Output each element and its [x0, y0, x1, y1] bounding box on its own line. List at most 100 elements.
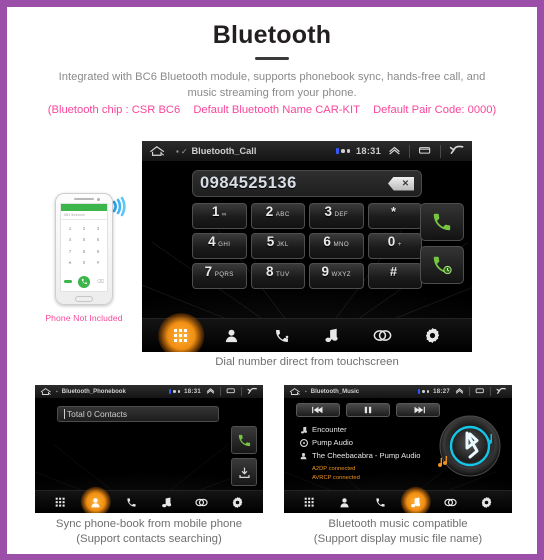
description-line-2: music streaming from your phone. [187, 87, 357, 99]
phone-key[interactable]: 8 [77, 246, 91, 257]
phone-key[interactable]: 0 [77, 257, 91, 269]
sidebar-item-keypad[interactable] [302, 494, 318, 510]
sidebar-item-contacts[interactable] [219, 324, 243, 348]
phonebook-caption-line-1: Sync phone-book from mobile phone [55, 518, 243, 530]
window-icon[interactable] [226, 387, 236, 396]
page-title: Bluetooth [212, 21, 332, 49]
clock: 18:27 [433, 388, 450, 395]
sidebar-item-link[interactable] [194, 494, 210, 510]
bluetooth-indicator [169, 389, 172, 394]
skip-previous-icon[interactable] [296, 403, 340, 417]
window-icon[interactable] [475, 387, 485, 396]
bluetooth-indicator [418, 389, 421, 394]
key-digit: 6 [323, 234, 331, 249]
sidebar-item-contacts[interactable] [337, 494, 353, 510]
key-1[interactable]: 1 ∞ [192, 203, 247, 229]
sidebar-item-settings[interactable] [478, 494, 494, 510]
key-5[interactable]: 5 JKL [250, 233, 305, 259]
key-digit: 0 [387, 234, 396, 249]
screen-title: Bluetooth_Music [310, 388, 360, 395]
status-bar: ▪ ✓ Bluetooth_Call 18:31 [142, 141, 472, 162]
spec-line: (Bluetooth chip : CSR BC6 Default Blueto… [7, 102, 537, 119]
bluetooth-phonebook-screen: ▪ Bluetooth_Phonebook 18:31 Total 0 Cont… [35, 385, 263, 513]
phone-key[interactable]: 9 [91, 246, 105, 257]
key-9[interactable]: 9 WXYZ [309, 263, 364, 289]
pause-icon[interactable] [346, 403, 390, 417]
sidebar-item-keypad[interactable] [53, 494, 69, 510]
page-description: Integrated with BC6 Bluetooth module, su… [50, 69, 495, 101]
home-icon[interactable] [40, 387, 56, 396]
key-digit: 1 [211, 204, 220, 219]
bluetooth-indicator [336, 148, 339, 154]
phone-call-icon[interactable] [78, 275, 91, 288]
key-star[interactable]: * [367, 203, 422, 229]
key-0[interactable]: 0 + [367, 233, 422, 259]
key-2[interactable]: 2 ABC [250, 203, 305, 229]
key-letters: DEF [334, 211, 349, 218]
phone-home-button[interactable] [75, 296, 93, 302]
sidebar-item-music[interactable] [159, 494, 175, 510]
sidebar-item-link[interactable] [370, 324, 394, 348]
phone-key[interactable]: 3 [91, 223, 105, 234]
phone-key[interactable]: 5 [77, 234, 91, 245]
phone-call-icon[interactable] [420, 203, 464, 241]
key-8[interactable]: 8 TUV [250, 263, 305, 289]
phone-key[interactable]: 2 [77, 223, 91, 234]
phone-number-hint: 081 5xxxxxx [64, 213, 85, 217]
phone-app-bar [61, 204, 107, 211]
bottom-nav-bar [142, 318, 472, 352]
phone-key[interactable]: 6 [91, 234, 105, 245]
spec-pair-code: Default Pair Code: 0000) [373, 104, 497, 116]
sidebar-item-music[interactable] [408, 494, 424, 510]
key-digit: 9 [321, 264, 330, 279]
dial-number-field[interactable]: 0984525136 ✕ [192, 170, 422, 197]
phone-redial-icon[interactable] [420, 246, 464, 284]
key-hash[interactable]: # [367, 263, 422, 289]
key-digit: * [390, 204, 397, 219]
dial-keypad[interactable]: 1 ∞ 2 ABC 3 DEF * 4 GHI 5 JKL 6 MNO 0 + 7 PQRS 8… [192, 203, 422, 289]
phone-key[interactable]: 1 [63, 223, 77, 234]
sidebar-item-keypad[interactable] [169, 324, 193, 348]
phone-key[interactable]: 7 [63, 246, 77, 257]
key-letters: PQRS [214, 271, 234, 278]
sidebar-item-contacts[interactable] [88, 494, 104, 510]
phonebook-caption: Sync phone-book from mobile phone (Suppo… [35, 517, 263, 547]
phone-add-icon[interactable] [64, 280, 73, 283]
back-arrow-icon[interactable] [496, 387, 507, 397]
phone-number-input[interactable]: 081 5xxxxxx [61, 211, 107, 220]
chevron-up-icon[interactable] [388, 145, 401, 157]
sidebar-item-settings[interactable] [229, 494, 245, 510]
home-icon[interactable] [149, 145, 171, 157]
key-4[interactable]: 4 GHI [192, 233, 247, 259]
backspace-icon[interactable]: ✕ [388, 176, 414, 191]
phone-keypad[interactable]: 1 2 3 4 5 6 7 8 9 ∗ 0 # [61, 220, 107, 272]
bluetooth-music-screen: ▪ Bluetooth_Music 18:27 Encounter Pump A… [284, 385, 512, 513]
sidebar-item-link[interactable] [443, 494, 459, 510]
sidebar-item-call-history[interactable] [123, 494, 139, 510]
key-6[interactable]: 6 MNO [309, 233, 364, 259]
back-arrow-icon[interactable] [247, 387, 258, 397]
chevron-up-icon[interactable] [455, 387, 464, 396]
phone-key[interactable]: ∗ [63, 257, 77, 269]
key-letters: MNO [333, 241, 350, 248]
phone-key[interactable]: # [91, 257, 105, 269]
status-bar: ▪ Bluetooth_Music 18:27 [284, 385, 512, 399]
key-3[interactable]: 3 DEF [309, 203, 364, 229]
contacts-search-input[interactable]: Total 0 Contacts [57, 406, 219, 422]
key-7[interactable]: 7 PQRS [192, 263, 247, 289]
phone-key[interactable]: 4 [63, 234, 77, 245]
phone-backspace-icon[interactable]: ⌫ [97, 279, 104, 285]
home-icon[interactable] [289, 387, 305, 396]
download-contacts-icon[interactable] [231, 458, 257, 486]
key-digit: 4 [208, 234, 216, 249]
key-digit: # [389, 264, 398, 279]
sidebar-item-music[interactable] [320, 324, 344, 348]
phone-call-icon[interactable] [231, 426, 257, 454]
sidebar-item-settings[interactable] [421, 324, 445, 348]
chevron-up-icon[interactable] [206, 387, 215, 396]
sidebar-item-call-history[interactable] [270, 324, 294, 348]
window-icon[interactable] [418, 145, 432, 157]
back-arrow-icon[interactable] [449, 144, 465, 158]
phone-mockup: 081 5xxxxxx 1 2 3 4 5 6 7 8 9 ∗ 0 # ⌫ Ph… [29, 193, 139, 323]
sidebar-item-call-history[interactable] [372, 494, 388, 510]
